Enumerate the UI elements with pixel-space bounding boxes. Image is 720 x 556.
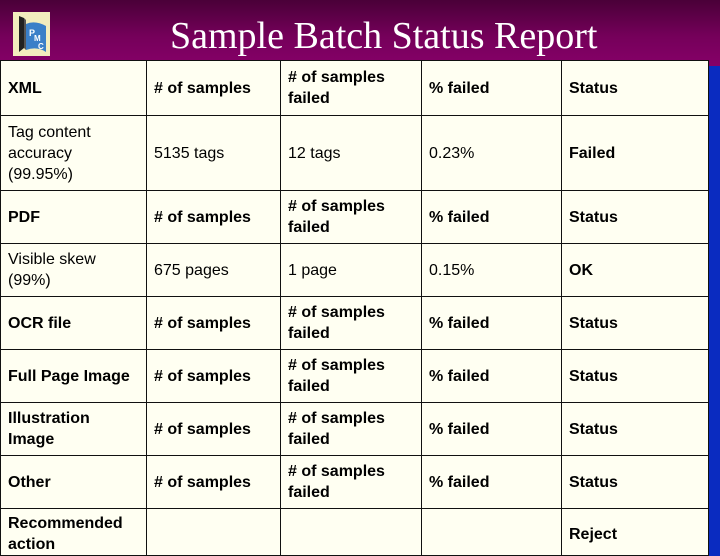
empty-cell	[421, 508, 562, 556]
samples-failed-header: # of samples failed	[280, 190, 422, 244]
percent-failed-header: % failed	[421, 296, 562, 350]
section-label: Illustration Image	[0, 402, 147, 456]
status-header: Status	[561, 296, 709, 350]
table-row-pdf-data: Visible skew (99%) 675 pages 1 page 0.15…	[0, 243, 709, 297]
recommended-action-value: Reject	[561, 508, 709, 556]
recommended-action-label: Recommended action	[0, 508, 147, 556]
samples-header: # of samples	[146, 190, 281, 244]
pmc-logo: P M C	[13, 12, 50, 56]
section-label: Full Page Image	[0, 349, 147, 403]
section-label: XML	[0, 60, 147, 116]
percent-failed-value: 0.23%	[421, 115, 562, 191]
table-row-pdf-header: PDF # of samples # of samples failed % f…	[0, 190, 709, 244]
empty-cell	[146, 508, 281, 556]
table-row-xml-data: Tag content accuracy (99.95%) 5135 tags …	[0, 115, 709, 191]
samples-failed-value: 1 page	[280, 243, 422, 297]
samples-header: # of samples	[146, 402, 281, 456]
empty-cell	[280, 508, 422, 556]
section-label: OCR file	[0, 296, 147, 350]
metric-label: Tag content accuracy (99.95%)	[0, 115, 147, 191]
book-icon: P M C	[19, 16, 46, 52]
samples-failed-value: 12 tags	[280, 115, 422, 191]
table-row-illustration-image-header: Illustration Image # of samples # of sam…	[0, 402, 709, 456]
samples-header: # of samples	[146, 60, 281, 116]
samples-failed-header: # of samples failed	[280, 455, 422, 509]
table-row-ocr-header: OCR file # of samples # of samples faile…	[0, 296, 709, 350]
status-header: Status	[561, 60, 709, 116]
status-header: Status	[561, 455, 709, 509]
status-badge: OK	[561, 243, 709, 297]
percent-failed-header: % failed	[421, 190, 562, 244]
table-row-full-page-image-header: Full Page Image # of samples # of sample…	[0, 349, 709, 403]
status-badge: Failed	[561, 115, 709, 191]
samples-failed-header: # of samples failed	[280, 296, 422, 350]
samples-value: 5135 tags	[146, 115, 281, 191]
table-row-recommended-action: Recommended action Reject	[0, 508, 709, 556]
samples-header: # of samples	[146, 296, 281, 350]
page-title: Sample Batch Status Report	[170, 15, 598, 57]
table-row-xml-header: XML # of samples # of samples failed % f…	[0, 60, 709, 116]
batch-status-table: XML # of samples # of samples failed % f…	[0, 60, 709, 556]
status-header: Status	[561, 349, 709, 403]
section-label: PDF	[0, 190, 147, 244]
metric-label: Visible skew (99%)	[0, 243, 147, 297]
samples-header: # of samples	[146, 455, 281, 509]
percent-failed-value: 0.15%	[421, 243, 562, 297]
svg-text:C: C	[38, 42, 44, 51]
section-label: Other	[0, 455, 147, 509]
samples-header: # of samples	[146, 349, 281, 403]
samples-failed-header: # of samples failed	[280, 402, 422, 456]
samples-failed-header: # of samples failed	[280, 349, 422, 403]
samples-value: 675 pages	[146, 243, 281, 297]
slide-header: P M C Sample Batch Status Report	[0, 0, 720, 66]
table-row-other-header: Other # of samples # of samples failed %…	[0, 455, 709, 509]
percent-failed-header: % failed	[421, 402, 562, 456]
samples-failed-header: # of samples failed	[280, 60, 422, 116]
status-header: Status	[561, 402, 709, 456]
percent-failed-header: % failed	[421, 60, 562, 116]
percent-failed-header: % failed	[421, 349, 562, 403]
percent-failed-header: % failed	[421, 455, 562, 509]
status-header: Status	[561, 190, 709, 244]
